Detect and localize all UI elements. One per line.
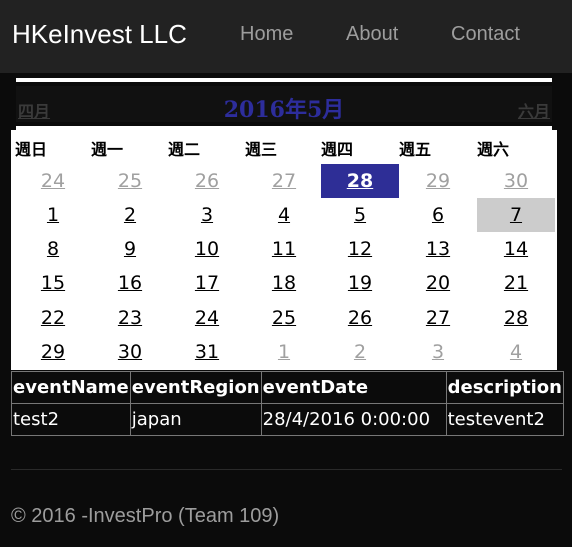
weekday-header: 週五 [399,140,432,159]
calendar-day[interactable]: 3 [168,198,246,232]
calendar-header-bar: 四月 2016年5月 六月 [16,86,552,123]
calendar-day[interactable]: 5 [321,198,399,232]
calendar-day[interactable]: 8 [14,232,92,266]
next-month-link[interactable]: 六月 [518,98,550,122]
calendar-day[interactable]: 28 [321,164,399,198]
table-row: test2 japan 28/4/2016 0:00:00 testevent2 [11,403,565,436]
weekday-header: 週六 [477,140,510,159]
calendar-day[interactable]: 6 [399,198,477,232]
cell-description: testevent2 [445,403,565,436]
calendar-day[interactable]: 1 [245,335,323,369]
calendar-day[interactable]: 25 [91,164,169,198]
calendar-header: 四月 2016年5月 六月 [16,78,552,130]
weekday-header: 週四 [321,140,354,159]
calendar-day[interactable]: 10 [168,232,246,266]
calendar-day[interactable]: 22 [14,301,92,335]
calendar-day[interactable]: 27 [399,301,477,335]
calendar-day[interactable]: 7 [477,198,555,232]
calendar-day[interactable]: 18 [245,266,323,300]
calendar-day[interactable]: 4 [477,335,555,369]
calendar-day[interactable]: 16 [91,266,169,300]
calendar-grid: 週日 週一 週二 週三 週四 週五 週六 24 25 26 27 28 29 30 1 2 3 4 5… [11,130,557,370]
calendar-day[interactable]: 15 [14,266,92,300]
calendar-day[interactable]: 14 [477,232,555,266]
calendar-day[interactable]: 2 [91,198,169,232]
calendar-day[interactable]: 25 [245,301,323,335]
navbar: HKeInvest LLC Home About Contact [0,0,572,73]
calendar-day[interactable]: 4 [245,198,323,232]
calendar-day[interactable]: 26 [168,164,246,198]
nav-link-home[interactable]: Home [240,23,293,46]
cell-eventregion: japan [129,403,262,436]
calendar-day[interactable]: 27 [245,164,323,198]
cell-eventname: test2 [11,403,131,436]
calendar-day[interactable]: 2 [321,335,399,369]
calendar-day[interactable]: 24 [168,301,246,335]
calendar-day[interactable]: 21 [477,266,555,300]
calendar-day[interactable]: 19 [321,266,399,300]
calendar-day[interactable]: 23 [91,301,169,335]
calendar-day[interactable]: 30 [91,335,169,369]
weekday-header: 週二 [168,140,201,159]
calendar-day[interactable]: 29 [399,164,477,198]
weekday-header: 週一 [91,140,124,159]
divider [11,469,562,470]
calendar-day[interactable]: 31 [168,335,246,369]
nav-link-contact[interactable]: Contact [451,23,520,46]
column-header-description: description [445,371,565,404]
calendar-day[interactable]: 30 [477,164,555,198]
footer-text: © 2016 -InvestPro (Team 109) [11,505,280,527]
calendar-day[interactable]: 9 [91,232,169,266]
calendar-day[interactable]: 28 [477,301,555,335]
nav-link-about[interactable]: About [346,23,398,46]
calendar-day[interactable]: 12 [321,232,399,266]
calendar-day[interactable]: 24 [14,164,92,198]
events-table-header-row: eventName eventRegion eventDate descript… [11,371,565,404]
weekday-header: 週日 [15,140,48,159]
calendar-day[interactable]: 11 [245,232,323,266]
cell-eventdate: 28/4/2016 0:00:00 [260,403,447,436]
brand-link[interactable]: HKeInvest LLC [12,19,187,50]
column-header-eventname: eventName [11,371,131,404]
calendar-day[interactable]: 17 [168,266,246,300]
calendar-day[interactable]: 29 [14,335,92,369]
calendar-day[interactable]: 20 [399,266,477,300]
calendar-day[interactable]: 26 [321,301,399,335]
calendar-title: 2016年5月 [223,97,345,123]
calendar-day[interactable]: 3 [399,335,477,369]
column-header-eventdate: eventDate [260,371,447,404]
column-header-eventregion: eventRegion [129,371,262,404]
calendar-day[interactable]: 1 [14,198,92,232]
events-table: eventName eventRegion eventDate descript… [11,371,565,436]
calendar-day[interactable]: 13 [399,232,477,266]
weekday-header: 週三 [245,140,278,159]
